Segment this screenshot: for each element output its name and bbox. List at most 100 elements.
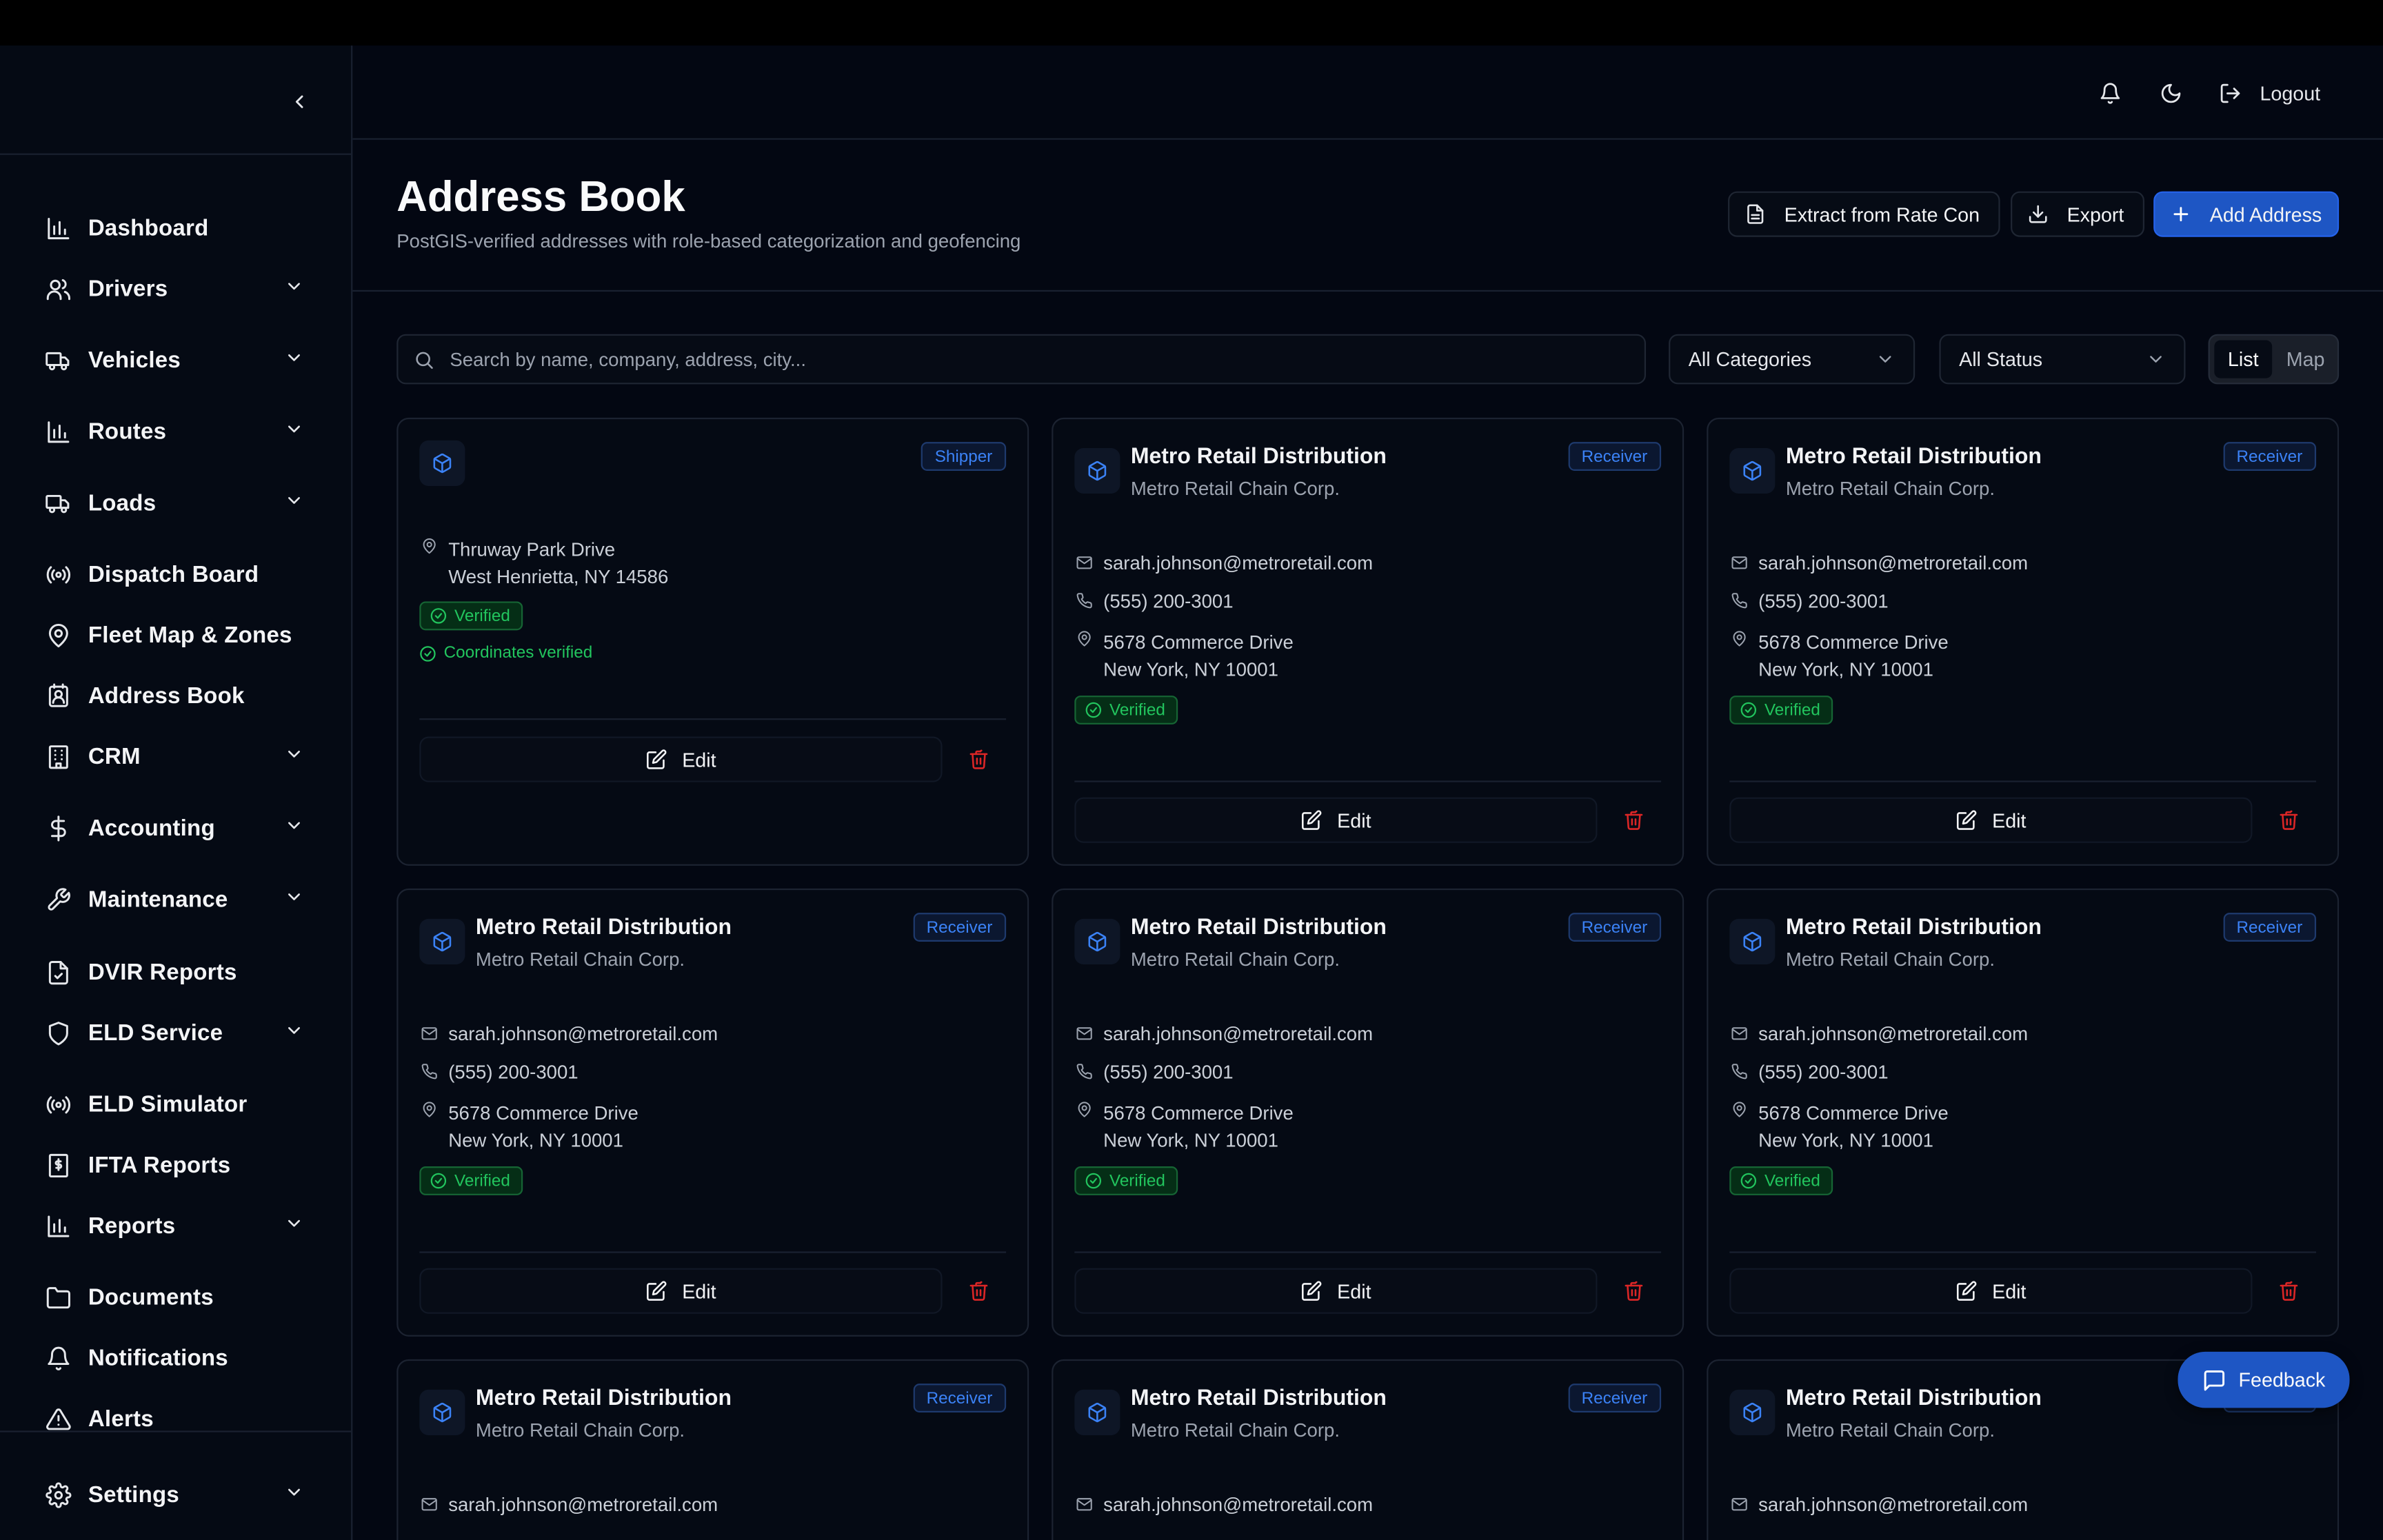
export-button[interactable]: Export (2011, 191, 2144, 237)
sidebar-item-dvir-reports[interactable]: DVIR Reports (43, 951, 316, 993)
mail-icon (1729, 1024, 1747, 1042)
card-email: sarah.johnson@metroretail.com (1074, 1024, 1373, 1045)
check-circle-icon (419, 645, 436, 661)
card-company: Metro Retail Chain Corp. (1130, 478, 1340, 500)
card-phone: (555) 200-3001 (1074, 591, 1234, 612)
logout-label: Logout (2260, 81, 2321, 104)
card-company: Metro Retail Chain Corp. (1785, 1419, 1995, 1441)
edit-icon (645, 1280, 667, 1301)
edit-button[interactable]: Edit (1729, 1268, 2253, 1314)
sidebar-item-routes[interactable]: Routes (43, 410, 316, 453)
view-list-button[interactable]: List (2214, 340, 2273, 378)
edit-icon (1955, 1280, 1977, 1301)
sidebar-item-label: Address Book (88, 682, 245, 709)
trash-icon (2278, 809, 2300, 831)
delete-button[interactable] (2273, 805, 2304, 835)
chevron-down-icon (284, 419, 304, 447)
sidebar-item-eld-service[interactable]: ELD Service (43, 1011, 316, 1054)
building-icon (43, 741, 73, 771)
feedback-button[interactable]: Feedback (2178, 1351, 2350, 1408)
address-card: Metro Retail Distribution Metro Retail Ch… (396, 888, 1029, 1337)
card-company: Metro Retail Chain Corp. (1785, 478, 1995, 500)
theme-toggle-button[interactable] (2153, 76, 2186, 109)
address-card: Shipper Thruway Park Drive West Henrietta,… (396, 417, 1029, 866)
gear-icon (43, 1479, 73, 1510)
add-address-label: Add Address (2209, 203, 2322, 226)
notifications-button[interactable] (2093, 76, 2126, 109)
sidebar-item-label: CRM (88, 743, 141, 769)
delete-button[interactable] (1618, 1276, 1649, 1306)
sidebar-item-fleet-map-zones[interactable]: Fleet Map & Zones (43, 614, 316, 656)
delete-button[interactable] (963, 744, 994, 775)
sidebar-item-maintenance[interactable]: Maintenance (43, 878, 316, 920)
folder-icon (43, 1282, 73, 1313)
edit-button[interactable]: Edit (419, 736, 943, 782)
card-phone: (555) 200-3001 (419, 1062, 579, 1083)
chevron-down-icon (284, 744, 304, 772)
view-map-button[interactable]: Map (2277, 341, 2335, 378)
card-divider (419, 1251, 1007, 1253)
sidebar-item-eld-simulator[interactable]: ELD Simulator (43, 1083, 316, 1126)
package-icon (419, 918, 465, 965)
sidebar-item-loads[interactable]: Loads (43, 481, 316, 524)
extract-label: Extract from Rate Con (1784, 203, 1980, 226)
truck-icon (43, 345, 73, 375)
sidebar-item-accounting[interactable]: Accounting (43, 807, 316, 849)
sidebar-item-vehicles[interactable]: Vehicles (43, 338, 316, 381)
card-divider (1074, 1251, 1662, 1253)
delete-button[interactable] (2273, 1276, 2304, 1306)
sidebar-item-label: Vehicles (88, 347, 181, 373)
sidebar-item-label: Fleet Map & Zones (88, 622, 292, 648)
sidebar-item-address-book[interactable]: Address Book (43, 674, 316, 717)
sidebar-item-dashboard[interactable]: Dashboard (43, 207, 316, 250)
edit-button[interactable]: Edit (1074, 1268, 1598, 1314)
card-name: Metro Retail Distribution (1130, 445, 1387, 469)
wrench-icon (43, 884, 73, 914)
role-badge: Receiver (912, 913, 1007, 942)
edit-button[interactable]: Edit (1729, 797, 2253, 843)
search-input[interactable] (450, 348, 1605, 370)
sidebar-item-settings[interactable]: Settings (43, 1473, 316, 1516)
card-name: Metro Retail Distribution (1785, 445, 2042, 469)
sidebar-item-crm[interactable]: CRM (43, 735, 316, 778)
chevron-down-icon (284, 348, 304, 376)
sidebar-item-label: Documents (88, 1284, 214, 1310)
verified-badge: Verified (1074, 1166, 1178, 1195)
card-company: Metro Retail Chain Corp. (1785, 949, 1995, 971)
chevron-down-icon (284, 1482, 304, 1510)
verified-badge: Verified (419, 601, 523, 631)
top-header: Logout (352, 45, 2383, 140)
card-divider (1729, 1251, 2317, 1253)
add-address-button[interactable]: Add Address (2153, 191, 2340, 237)
logout-button[interactable]: Logout (2219, 73, 2320, 112)
verified-badge: Verified (1729, 696, 1833, 725)
address-card: Metro Retail Distribution Metro Retail Ch… (1052, 417, 1685, 866)
collapse-sidebar-button[interactable] (283, 85, 316, 118)
sidebar-item-label: Maintenance (88, 886, 228, 913)
sidebar-item-alerts[interactable]: Alerts (43, 1397, 316, 1440)
sidebar-item-label: DVIR Reports (88, 959, 237, 985)
edit-button[interactable]: Edit (419, 1268, 943, 1314)
sidebar-item-reports[interactable]: Reports (43, 1204, 316, 1247)
sidebar-item-documents[interactable]: Documents (43, 1276, 316, 1319)
delete-button[interactable] (963, 1276, 994, 1306)
shield-icon (43, 1017, 73, 1048)
card-name: Metro Retail Distribution (1785, 915, 2042, 940)
sidebar-item-ifta-reports[interactable]: IFTA Reports (43, 1144, 316, 1186)
search-field[interactable] (396, 334, 1647, 385)
status-select[interactable]: All Status (1939, 334, 2186, 385)
sidebar-item-notifications[interactable]: Notifications (43, 1337, 316, 1379)
category-select[interactable]: All Categories (1669, 334, 1916, 385)
extract-from-rate-con-button[interactable]: Extract from Rate Con (1728, 191, 2000, 237)
sidebar-item-dispatch-board[interactable]: Dispatch Board (43, 553, 316, 596)
message-square-icon (2202, 1368, 2226, 1392)
edit-button[interactable]: Edit (1074, 797, 1598, 843)
sidebar-item-drivers[interactable]: Drivers (43, 267, 316, 310)
card-address: 5678 Commerce Drive New York, NY 10001 (1729, 1100, 1949, 1154)
sidebar-item-label: ELD Simulator (88, 1091, 248, 1117)
delete-button[interactable] (1618, 805, 1649, 835)
card-phone: (555) 200-3001 (1074, 1062, 1234, 1083)
chevron-left-icon (295, 95, 303, 108)
card-address: 5678 Commerce Drive New York, NY 10001 (1074, 1100, 1294, 1154)
chevron-down-icon (284, 815, 304, 843)
